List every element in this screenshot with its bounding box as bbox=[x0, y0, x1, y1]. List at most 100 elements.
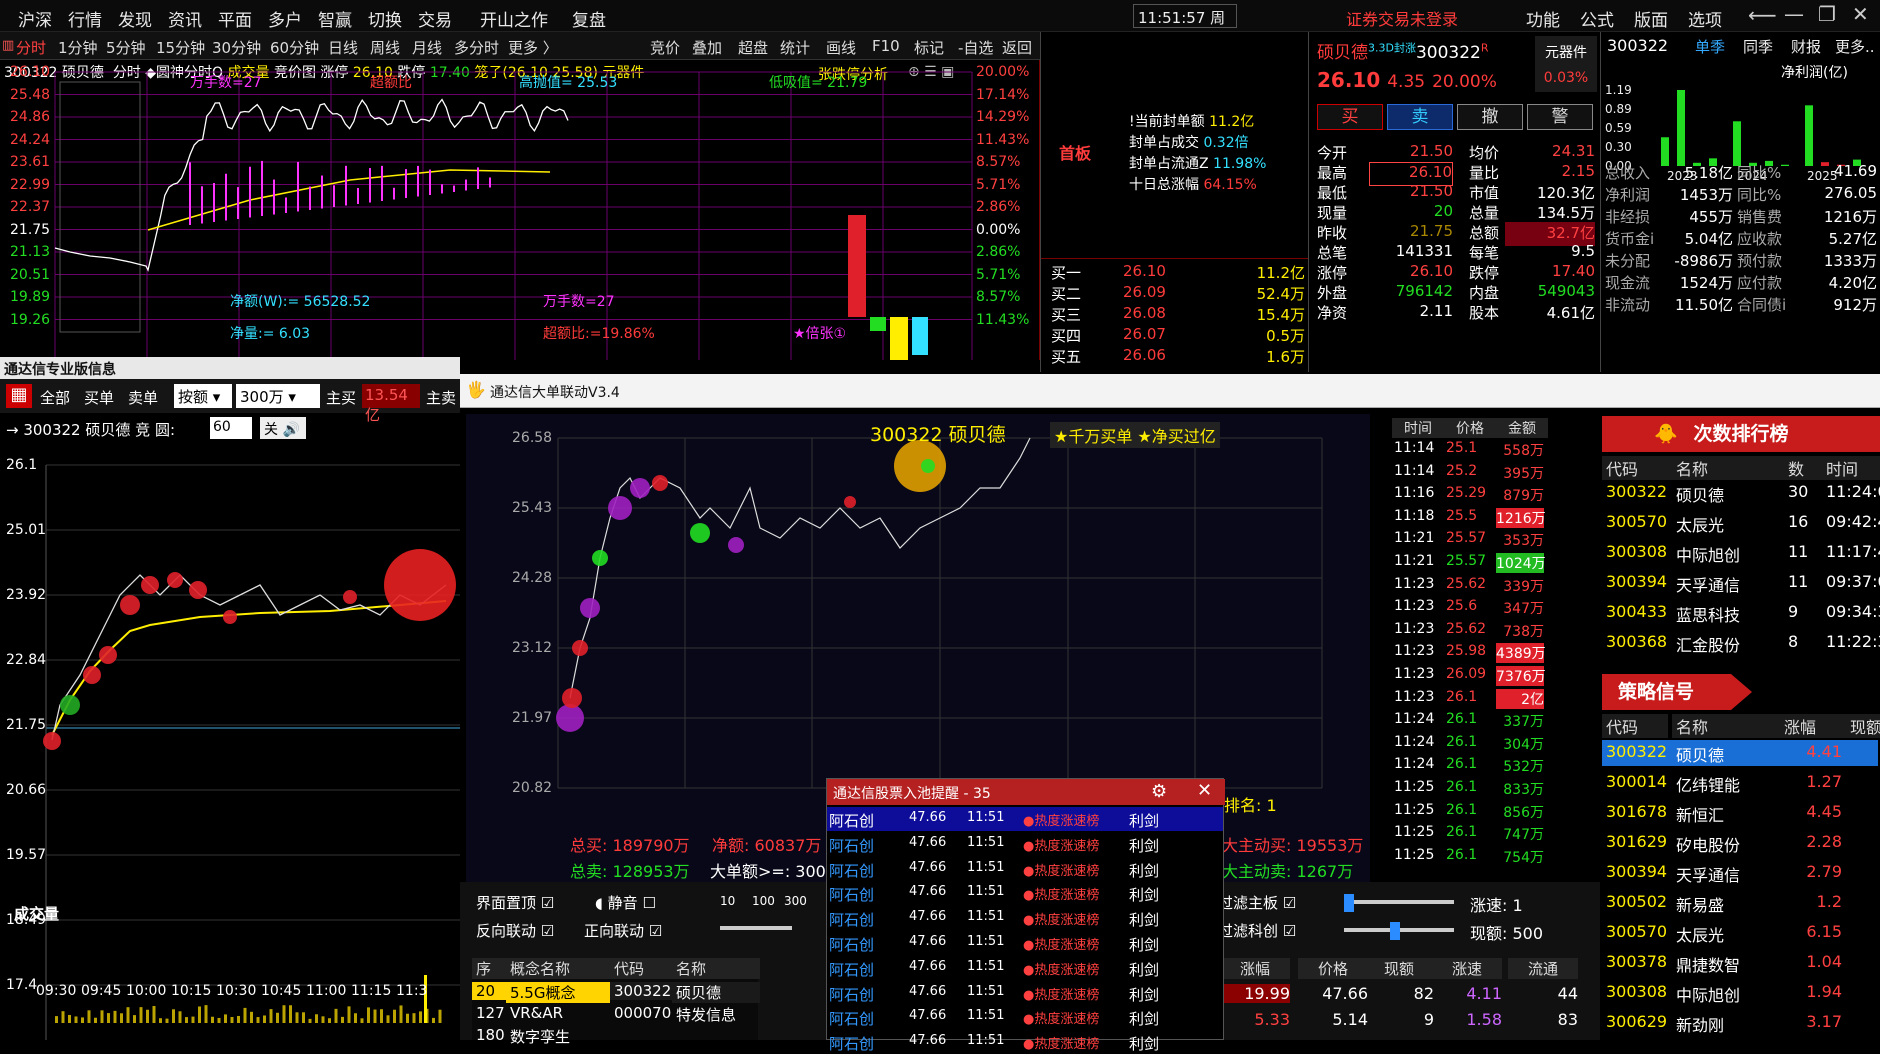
pool-cell-7-2[interactable]: 11:51 bbox=[967, 984, 1004, 999]
trade-btn-3[interactable]: 警 bbox=[1527, 104, 1593, 130]
pool-cell-5-2[interactable]: 11:51 bbox=[967, 934, 1004, 949]
menu-right-0[interactable]: 功能 bbox=[1526, 6, 1560, 31]
period-0[interactable]: 分时 bbox=[16, 37, 46, 58]
opt-kc[interactable]: 过滤科创 ☑ bbox=[1218, 920, 1296, 941]
sig-name-4[interactable]: 天孚通信 bbox=[1676, 862, 1740, 886]
sig-code-3[interactable]: 301629 bbox=[1606, 832, 1667, 851]
opt-forward[interactable]: 正向联动 ☑ bbox=[584, 920, 662, 941]
sig-name-3[interactable]: 矽电股份 bbox=[1676, 832, 1740, 856]
pool-cell-3-0[interactable]: 阿石创 bbox=[829, 884, 874, 905]
pool-cell-0-4[interactable]: 利剑 bbox=[1129, 810, 1159, 831]
pool-cell-1-4[interactable]: 利剑 bbox=[1129, 835, 1159, 856]
menu-5[interactable]: 多户 bbox=[268, 6, 302, 31]
pool-cell-7-0[interactable]: 阿石创 bbox=[829, 984, 874, 1005]
pool-cell-0-1[interactable]: 47.66 bbox=[909, 810, 946, 825]
tool-0[interactable]: 竞价 bbox=[650, 37, 680, 58]
pool-cell-6-0[interactable]: 阿石创 bbox=[829, 959, 874, 980]
sig-code-4[interactable]: 300394 bbox=[1606, 862, 1667, 881]
rank-cell-0-0[interactable]: 300322 bbox=[1602, 482, 1672, 501]
pool-cell-6-3[interactable]: ●热度涨速榜 bbox=[1023, 959, 1099, 978]
pool-cell-0-3[interactable]: ●热度涨速榜 bbox=[1023, 810, 1099, 829]
menu-right-1[interactable]: 公式 bbox=[1580, 6, 1614, 31]
period-7[interactable]: 周线 bbox=[370, 37, 400, 58]
menu-1[interactable]: 行情 bbox=[68, 6, 102, 31]
pool-cell-6-1[interactable]: 47.66 bbox=[909, 959, 946, 974]
menu-6[interactable]: 智赢 bbox=[318, 6, 352, 31]
pool-cell-6-4[interactable]: 利剑 bbox=[1129, 959, 1159, 980]
pool-cell-5-3[interactable]: ●热度涨速榜 bbox=[1023, 934, 1099, 953]
amount-slider-handle[interactable] bbox=[1390, 922, 1400, 940]
back-icon[interactable]: ⟵ bbox=[1748, 3, 1777, 27]
rank-cell-1-0[interactable]: 300570 bbox=[1602, 512, 1672, 531]
pool-cell-7-3[interactable]: ●热度涨速榜 bbox=[1023, 984, 1099, 1003]
pool-cell-3-2[interactable]: 11:51 bbox=[967, 884, 1004, 899]
sort-select[interactable]: 按额 ▾ bbox=[174, 384, 232, 408]
concept-cell-2-0[interactable]: 180 bbox=[472, 1026, 506, 1044]
pool-cell-4-0[interactable]: 阿石创 bbox=[829, 909, 874, 930]
pool-cell-8-0[interactable]: 阿石创 bbox=[829, 1008, 874, 1029]
sig-code-7[interactable]: 300378 bbox=[1606, 952, 1667, 971]
pool-cell-9-4[interactable]: 利剑 bbox=[1129, 1033, 1159, 1054]
pool-cell-3-4[interactable]: 利剑 bbox=[1129, 884, 1159, 905]
tool-3[interactable]: 统计 bbox=[780, 37, 810, 58]
close-icon[interactable]: ✕ bbox=[1852, 2, 1869, 26]
sig-name-2[interactable]: 新恒汇 bbox=[1676, 802, 1724, 826]
period-1[interactable]: 1分钟 bbox=[58, 37, 98, 58]
period-6[interactable]: 日线 bbox=[328, 37, 358, 58]
pool-cell-5-1[interactable]: 47.66 bbox=[909, 934, 946, 949]
pool-cell-1-1[interactable]: 47.66 bbox=[909, 835, 946, 850]
pool-cell-1-0[interactable]: 阿石创 bbox=[829, 835, 874, 856]
menu-2[interactable]: 发现 bbox=[118, 6, 152, 31]
pool-cell-8-4[interactable]: 利剑 bbox=[1129, 1008, 1159, 1029]
sound-toggle[interactable]: 关 🔊 bbox=[260, 417, 306, 439]
concept-cell-0-3[interactable]: 硕贝德 bbox=[672, 982, 760, 1003]
pool-cell-8-1[interactable]: 47.66 bbox=[909, 1008, 946, 1023]
rank-cell-0-2[interactable]: 30 bbox=[1784, 482, 1822, 501]
tool-5[interactable]: F10 bbox=[872, 37, 900, 55]
pool-cell-2-4[interactable]: 利剑 bbox=[1129, 860, 1159, 881]
pool-cell-4-1[interactable]: 47.66 bbox=[909, 909, 946, 924]
pool-cell-7-1[interactable]: 47.66 bbox=[909, 984, 946, 999]
pool-cell-4-2[interactable]: 11:51 bbox=[967, 909, 1004, 924]
menu-8[interactable]: 交易 bbox=[418, 6, 452, 31]
amount-select[interactable]: 300万 ▾ bbox=[236, 384, 320, 408]
sig-code-8[interactable]: 300308 bbox=[1606, 982, 1667, 1001]
sig-code-5[interactable]: 300502 bbox=[1606, 892, 1667, 911]
pool-cell-9-2[interactable]: 11:51 bbox=[967, 1033, 1004, 1048]
opt-mute[interactable]: ◖ 静音 ☐ bbox=[595, 892, 656, 913]
sig-code-0[interactable]: 300322 bbox=[1606, 742, 1667, 761]
scale-slider[interactable] bbox=[720, 926, 792, 930]
rank-cell-3-1[interactable]: 天孚通信 bbox=[1672, 572, 1784, 596]
sig-name-0[interactable]: 硕贝德 bbox=[1676, 742, 1724, 766]
concept-cell-1-2[interactable]: 000070 bbox=[610, 1004, 672, 1022]
pool-cell-3-1[interactable]: 47.66 bbox=[909, 884, 946, 899]
sig-code-9[interactable]: 300629 bbox=[1606, 1012, 1667, 1031]
sig-name-7[interactable]: 鼎捷数智 bbox=[1676, 952, 1740, 976]
rank-cell-0-1[interactable]: 硕贝德 bbox=[1672, 482, 1784, 506]
rank-cell-5-3[interactable]: 11:22:3 bbox=[1822, 632, 1880, 651]
pool-cell-2-3[interactable]: ●热度涨速榜 bbox=[1023, 860, 1099, 879]
lw-tab-1[interactable]: 买单 bbox=[84, 387, 114, 408]
menu-right-2[interactable]: 版面 bbox=[1634, 6, 1668, 31]
tool-7[interactable]: -自选 bbox=[958, 37, 993, 58]
speed-slider-handle[interactable] bbox=[1344, 894, 1354, 912]
fin-tab-2[interactable]: 财报 bbox=[1791, 36, 1821, 57]
rank-cell-3-0[interactable]: 300394 bbox=[1602, 572, 1672, 591]
pool-cell-0-2[interactable]: 11:51 bbox=[967, 810, 1004, 825]
rank-cell-5-1[interactable]: 汇金股份 bbox=[1672, 632, 1784, 656]
rank-cell-4-3[interactable]: 09:34:3 bbox=[1822, 602, 1880, 621]
menu-4[interactable]: 平面 bbox=[218, 6, 252, 31]
pool-cell-2-0[interactable]: 阿石创 bbox=[829, 860, 874, 881]
sig-code-1[interactable]: 300014 bbox=[1606, 772, 1667, 791]
rank-cell-2-3[interactable]: 11:17:4 bbox=[1822, 542, 1880, 561]
concept-cell-1-1[interactable]: VR&AR bbox=[506, 1004, 610, 1022]
pool-cell-1-3[interactable]: ●热度涨速榜 bbox=[1023, 835, 1099, 854]
pool-cell-9-3[interactable]: ●热度涨速榜 bbox=[1023, 1033, 1099, 1052]
period-4[interactable]: 30分钟 bbox=[212, 37, 261, 58]
fin-tab-3[interactable]: 更多.. bbox=[1835, 36, 1875, 57]
concept-cell-0-1[interactable]: 5.5G概念 bbox=[506, 982, 610, 1003]
pool-cell-4-3[interactable]: ●热度涨速榜 bbox=[1023, 909, 1099, 928]
rank-cell-0-3[interactable]: 11:24:0 bbox=[1822, 482, 1880, 501]
menu-0[interactable]: 沪深 bbox=[18, 6, 52, 31]
pool-cell-2-1[interactable]: 47.66 bbox=[909, 860, 946, 875]
